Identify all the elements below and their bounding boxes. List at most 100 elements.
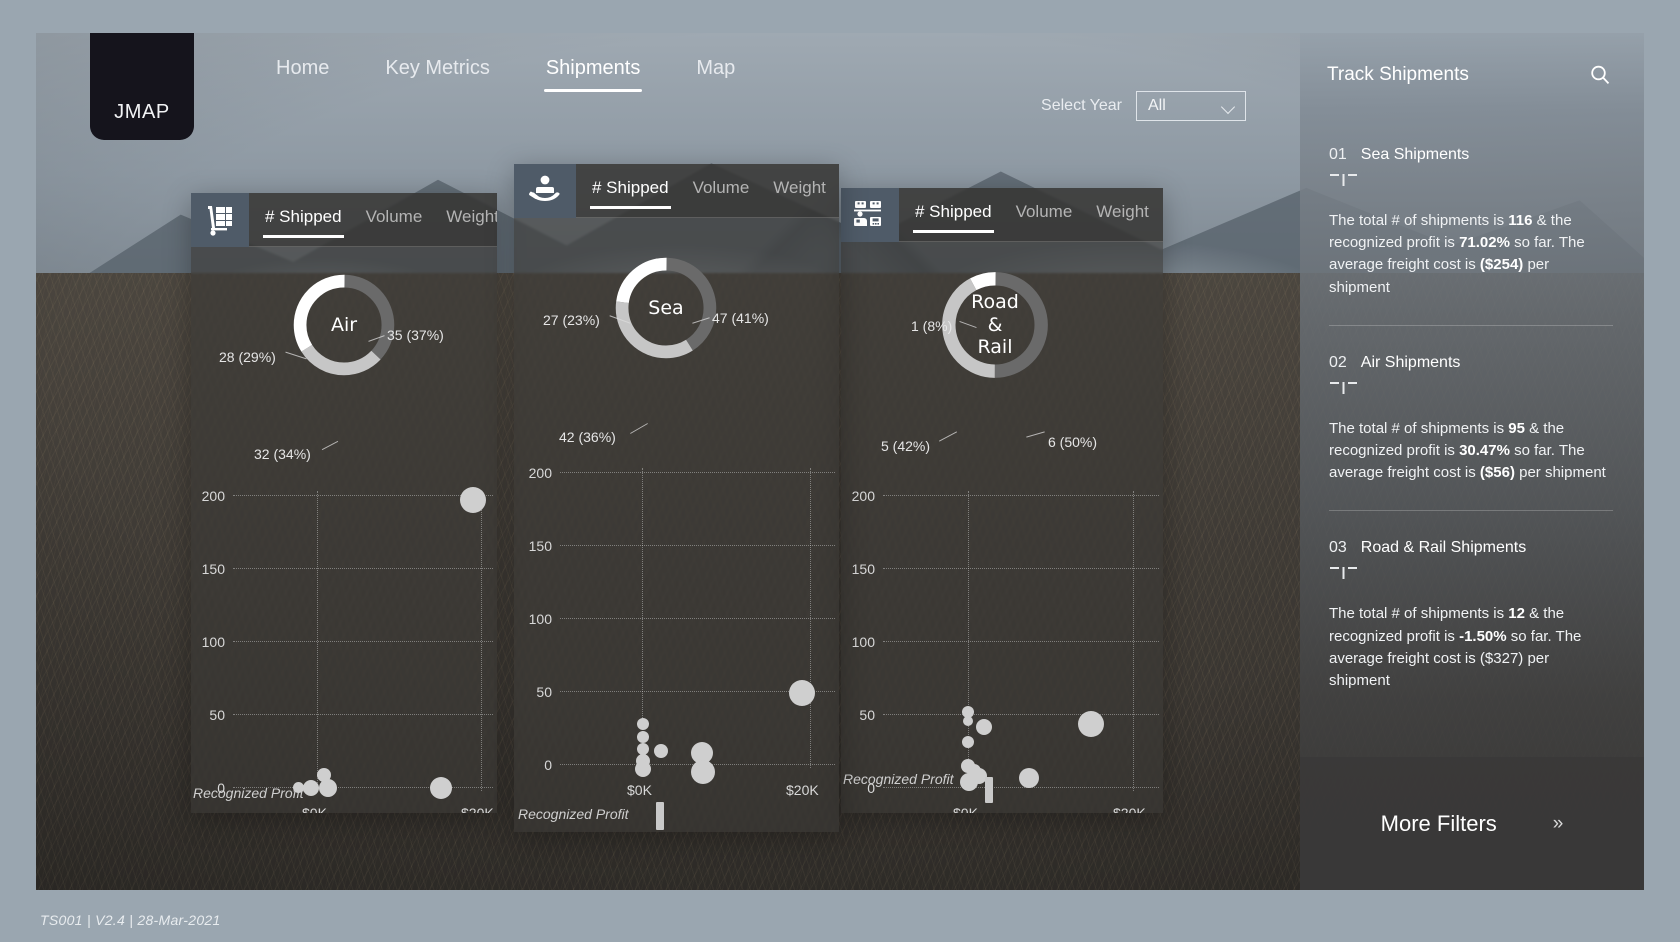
text-part-bold: ($56) (1479, 464, 1515, 482)
scatter-point[interactable] (1019, 768, 1039, 788)
tab-volume-road-rail[interactable]: Volume (1014, 198, 1075, 233)
scatter-point[interactable] (976, 719, 992, 735)
tab-shipped-road-rail[interactable]: # Shipped (913, 198, 994, 233)
gridline-h (233, 495, 493, 496)
tab-volume-air[interactable]: Volume (364, 203, 425, 238)
tab-weight-road-rail[interactable]: Weight (1094, 198, 1151, 233)
scatter-point[interactable] (1078, 711, 1104, 737)
gridline-h (233, 714, 493, 715)
card-road-rail-header: # Shipped Volume Weight (841, 188, 1163, 242)
axis-title-air: Recognized Profit (193, 785, 304, 801)
tab-weight-sea[interactable]: Weight (771, 174, 828, 209)
year-filter: Select Year All (1041, 91, 1246, 121)
gridline-v (481, 491, 482, 791)
scatter-point[interactable] (637, 718, 649, 730)
dashboard-frame: JMAP Home Key Metrics Shipments Map Sele… (36, 33, 1644, 890)
gridline-h (233, 641, 493, 642)
road-rail-icon (841, 188, 899, 242)
tab-shipped-sea[interactable]: # Shipped (590, 174, 671, 209)
x-tick: $20K (1113, 805, 1146, 813)
track-panel-title: Track Shipments (1327, 63, 1469, 85)
y-tick: 200 (851, 488, 875, 504)
tab-volume-sea[interactable]: Volume (691, 174, 752, 209)
card-sea-header: # Shipped Volume Weight (514, 164, 839, 218)
tab-shipped-air[interactable]: # Shipped (263, 203, 344, 238)
app-logo[interactable]: JMAP (90, 33, 194, 140)
track-item-02-head: 02 Air Shipments (1329, 354, 1613, 372)
scatter-point[interactable] (319, 779, 337, 797)
scatter-point[interactable] (691, 760, 715, 784)
donut-sea-svg (615, 257, 717, 359)
card-sea-tabs: # Shipped Volume Weight (576, 164, 839, 218)
card-road-rail-tabs: # Shipped Volume Weight (899, 188, 1163, 242)
gridline-h (560, 545, 835, 546)
y-tick: 100 (201, 634, 225, 650)
sea-freight-icon (514, 164, 576, 218)
donut-air-segment-label-2: 28 (29%) (219, 349, 276, 365)
scatter-point[interactable] (430, 777, 452, 799)
more-filters-button[interactable]: More Filters » (1300, 757, 1644, 890)
track-item-03[interactable]: 03 Road & Rail Shipments The total # of … (1300, 539, 1644, 692)
footer-text: TS001 | V2.4 | 28-Mar-2021 (40, 912, 221, 928)
nav-item-key-metrics[interactable]: Key Metrics (383, 51, 491, 94)
chart-scrollbar-thumb[interactable] (656, 802, 664, 830)
text-part: The total # of shipments is (1329, 212, 1509, 229)
scatter-air: 200 150 100 50 0 $0K $20K (191, 447, 497, 813)
scatter-point[interactable] (635, 761, 651, 777)
track-item-03-head: 03 Road & Rail Shipments (1329, 539, 1613, 557)
y-tick: 50 (859, 707, 875, 723)
nav-item-shipments[interactable]: Shipments (543, 51, 643, 94)
gridline-h (883, 568, 1159, 569)
gridline-h (883, 495, 1159, 496)
y-tick: 150 (201, 561, 225, 577)
scatter-point[interactable] (303, 780, 319, 796)
dashboard-root: JMAP Home Key Metrics Shipments Map Sele… (0, 0, 1680, 942)
nav-item-map[interactable]: Map (694, 51, 737, 94)
scatter-point[interactable] (789, 680, 815, 706)
track-item-03-text: The total # of shipments is 12 & the rec… (1329, 603, 1613, 692)
sparkline-icon (1330, 174, 1357, 186)
tab-weight-air[interactable]: Weight (444, 203, 497, 238)
sparkline-icon (1330, 567, 1357, 580)
text-part: The total # of shipments is (1329, 419, 1509, 437)
track-item-02[interactable]: 02 Air Shipments The total # of shipment… (1300, 354, 1644, 485)
text-part: The total # of shipments is (1329, 605, 1509, 623)
gridline-h (883, 641, 1159, 642)
app-logo-label: JMAP (114, 101, 170, 123)
scatter-point[interactable] (960, 773, 978, 791)
gridline-v (317, 491, 318, 791)
y-tick: 150 (851, 561, 875, 577)
scatter-point[interactable] (962, 736, 974, 748)
text-part-bold: 116 (1508, 212, 1533, 229)
scatter-point[interactable] (637, 731, 649, 743)
gridline-h (560, 472, 835, 473)
scatter-point[interactable] (654, 744, 668, 758)
track-item-01-name: Sea Shipments (1360, 146, 1470, 163)
donut-sea: Sea 47 (41%) 27 (23%) 42 (36%) (514, 218, 839, 445)
track-item-01-text: The total # of shipments is 116 & the re… (1329, 210, 1613, 299)
hand-truck-icon (191, 193, 249, 247)
track-item-01-head: 01 Sea Shipments (1329, 146, 1613, 164)
chart-scrollbar-thumb[interactable] (985, 777, 993, 803)
panel-divider (1329, 510, 1613, 512)
y-tick: 200 (528, 465, 552, 481)
card-air: # Shipped Volume Weight Air 35 (37%) 28 … (191, 193, 497, 813)
text-part-bold: 12 (1508, 605, 1525, 623)
nav-item-home[interactable]: Home (274, 51, 331, 94)
leader-line (938, 431, 958, 442)
scatter-point[interactable] (963, 716, 973, 726)
y-tick: 100 (851, 634, 875, 650)
x-tick: $0K (627, 782, 652, 798)
donut-air-segment-label-1: 35 (37%) (387, 327, 444, 343)
year-select[interactable]: All (1136, 91, 1246, 121)
track-shipments-panel: Track Shipments 01 Sea Shipments The tot… (1300, 33, 1644, 890)
gridline-h (883, 714, 1159, 715)
track-item-01[interactable]: 01 Sea Shipments The total # of shipment… (1300, 146, 1644, 299)
search-icon[interactable] (1588, 63, 1612, 87)
card-road-rail: # Shipped Volume Weight Road & Rail 6 (5… (841, 188, 1163, 813)
y-tick: 50 (209, 707, 225, 723)
scatter-point[interactable] (460, 487, 486, 513)
y-tick: 0 (544, 757, 552, 773)
y-tick: 100 (528, 611, 552, 627)
card-air-header: # Shipped Volume Weight (191, 193, 497, 247)
